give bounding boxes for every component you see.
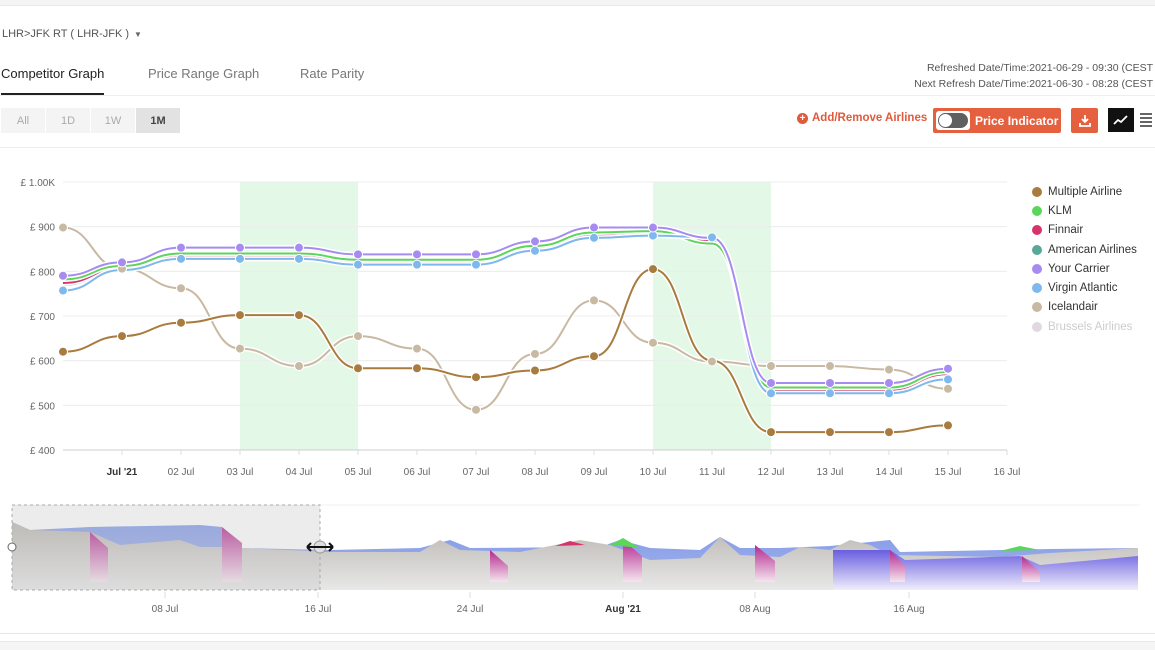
navigator-left-handle[interactable]: [7, 542, 17, 552]
navigator-tick-label: 24 Jul: [457, 604, 484, 615]
bottom-strip: [0, 641, 1155, 650]
navigator-tick-label: 08 Aug: [739, 604, 770, 615]
navigator: 08 Jul 16 Jul 24 Jul Aug '21 08 Aug 16 Aug: [7, 504, 1140, 615]
navigator-tick-label: Aug '21: [605, 604, 641, 615]
navigator-tick-label: 16 Aug: [893, 604, 924, 615]
navigator-tick-label: 08 Jul: [152, 604, 179, 615]
navigator-selection[interactable]: [11, 504, 321, 591]
navigator-tick-label: 16 Jul: [305, 604, 332, 615]
